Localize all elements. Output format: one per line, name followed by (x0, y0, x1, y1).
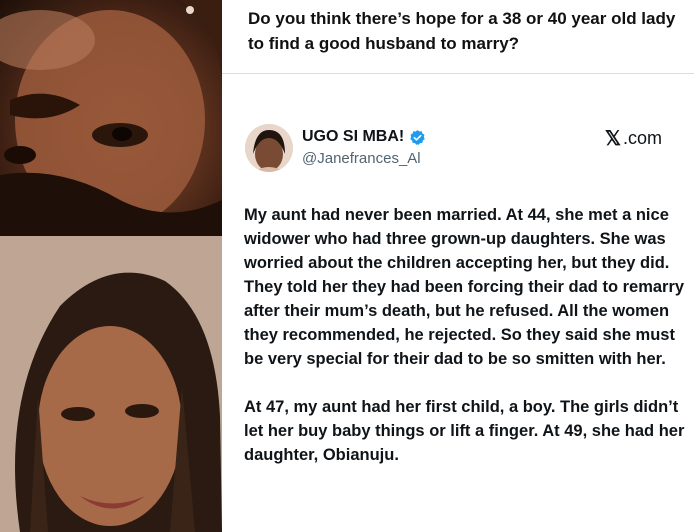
source-link[interactable]: 𝕏 .com (605, 128, 662, 149)
author-name[interactable]: UGO SI MBA! (302, 128, 404, 146)
tweet-paragraph: My aunt had never been married. At 44, s… (244, 206, 685, 368)
woman-photo-bottom (0, 236, 222, 532)
tweet-body: My aunt had never been married. At 44, s… (244, 203, 688, 491)
author-name-row[interactable]: UGO SI MBA! (302, 128, 426, 146)
source-domain: .com (622, 128, 662, 148)
x-logo-icon: 𝕏 (604, 127, 621, 150)
post-screenshot: Do you think there’s hope for a 38 or 40… (0, 0, 694, 532)
author-handle[interactable]: @Janefrances_Al (302, 150, 421, 167)
woman-photo-top (0, 0, 222, 236)
tweet-card: Do you think there’s hope for a 38 or 40… (222, 0, 694, 532)
divider (222, 73, 694, 74)
verified-badge-icon (409, 129, 426, 146)
tweet-paragraph: At 47, my aunt had her first child, a bo… (244, 398, 685, 464)
avatar[interactable] (245, 124, 293, 172)
question-heading: Do you think there’s hope for a 38 or 40… (248, 9, 676, 53)
